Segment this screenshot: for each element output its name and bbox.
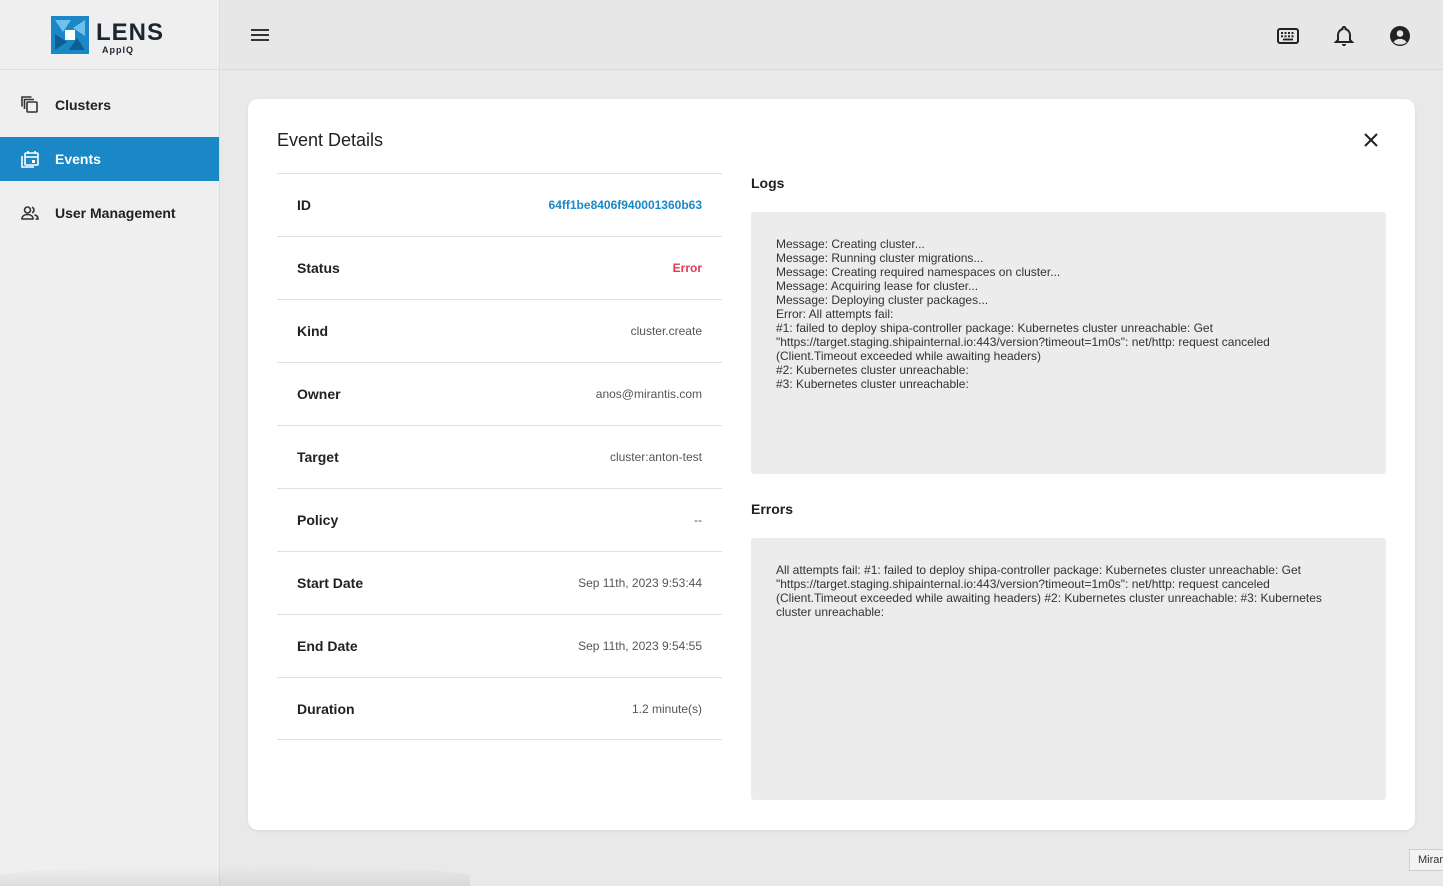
errors-panel: All attempts fail: #1: failed to deploy … [751, 538, 1386, 800]
detail-label: Start Date [297, 575, 364, 591]
errors-title: Errors [751, 501, 794, 517]
detail-row-kind: Kind cluster.create [277, 299, 722, 362]
brand-name: LENS [96, 19, 165, 46]
sidebar: LENS AppIQ Clusters Events User Manageme… [0, 0, 220, 886]
sidebar-nav: Clusters Events User Management [0, 83, 219, 235]
detail-label: Target [297, 449, 339, 465]
detail-value: cluster:anton-test [609, 450, 702, 464]
account-circle-icon[interactable] [1388, 24, 1412, 48]
stacked-layers-icon [20, 95, 40, 115]
detail-label: Kind [297, 323, 329, 339]
detail-label: Owner [297, 386, 341, 402]
logs-panel: Message: Creating cluster... Message: Ru… [751, 212, 1386, 474]
calendar-icon [20, 149, 40, 169]
page-title: Event Details [277, 130, 384, 150]
detail-label: End Date [297, 638, 358, 654]
event-id-link[interactable]: 64ff1be8406f940001360b63 [549, 198, 702, 212]
detail-row-status: Status Error [277, 236, 722, 299]
close-icon[interactable] [1362, 131, 1380, 149]
keyboard-icon[interactable] [1276, 24, 1300, 48]
detail-row-target: Target cluster:anton-test [277, 425, 722, 488]
logo[interactable]: LENS AppIQ [0, 0, 219, 70]
detail-row-duration: Duration 1.2 minute(s) [277, 677, 722, 740]
lens-aperture-logo [51, 16, 89, 54]
detail-value: Sep 11th, 2023 9:53:44 [578, 576, 702, 590]
detail-value: Sep 11th, 2023 9:54:55 [578, 639, 702, 653]
sidebar-item-clusters[interactable]: Clusters [0, 83, 219, 127]
hamburger-icon[interactable] [249, 24, 271, 46]
detail-label: ID [297, 197, 311, 213]
sidebar-item-user-management[interactable]: User Management [0, 191, 219, 235]
detail-row-start-date: Start Date Sep 11th, 2023 9:53:44 [277, 551, 722, 614]
sidebar-item-events[interactable]: Events [0, 137, 219, 181]
logs-title: Logs [751, 175, 785, 191]
brand-sub: AppIQ [102, 45, 134, 55]
detail-row-end-date: End Date Sep 11th, 2023 9:54:55 [277, 614, 722, 677]
users-icon [20, 203, 40, 223]
bottom-shadow [0, 866, 470, 886]
event-details-card: Event Details ID 64ff1be8406f940001360b6… [248, 99, 1415, 830]
tooltip: Mirar [1409, 849, 1443, 871]
sidebar-item-label: Events [55, 151, 101, 167]
details-list: ID 64ff1be8406f940001360b63 Status Error… [277, 173, 722, 740]
detail-label: Status [297, 260, 340, 276]
detail-value: cluster.create [630, 324, 702, 338]
bell-icon[interactable] [1332, 24, 1356, 48]
detail-row-owner: Owner anos@mirantis.com [277, 362, 722, 425]
sidebar-item-label: User Management [55, 205, 176, 221]
status-badge: Error [672, 261, 702, 275]
detail-value: -- [694, 513, 702, 527]
detail-row-policy: Policy -- [277, 488, 722, 551]
detail-label: Duration [297, 700, 355, 717]
detail-label: Policy [297, 512, 339, 528]
top-bar [221, 0, 1443, 70]
sidebar-item-label: Clusters [55, 97, 112, 113]
detail-value: 1.2 minute(s) [631, 701, 702, 716]
detail-value: anos@mirantis.com [595, 387, 702, 401]
detail-row-id: ID 64ff1be8406f940001360b63 [277, 173, 722, 236]
